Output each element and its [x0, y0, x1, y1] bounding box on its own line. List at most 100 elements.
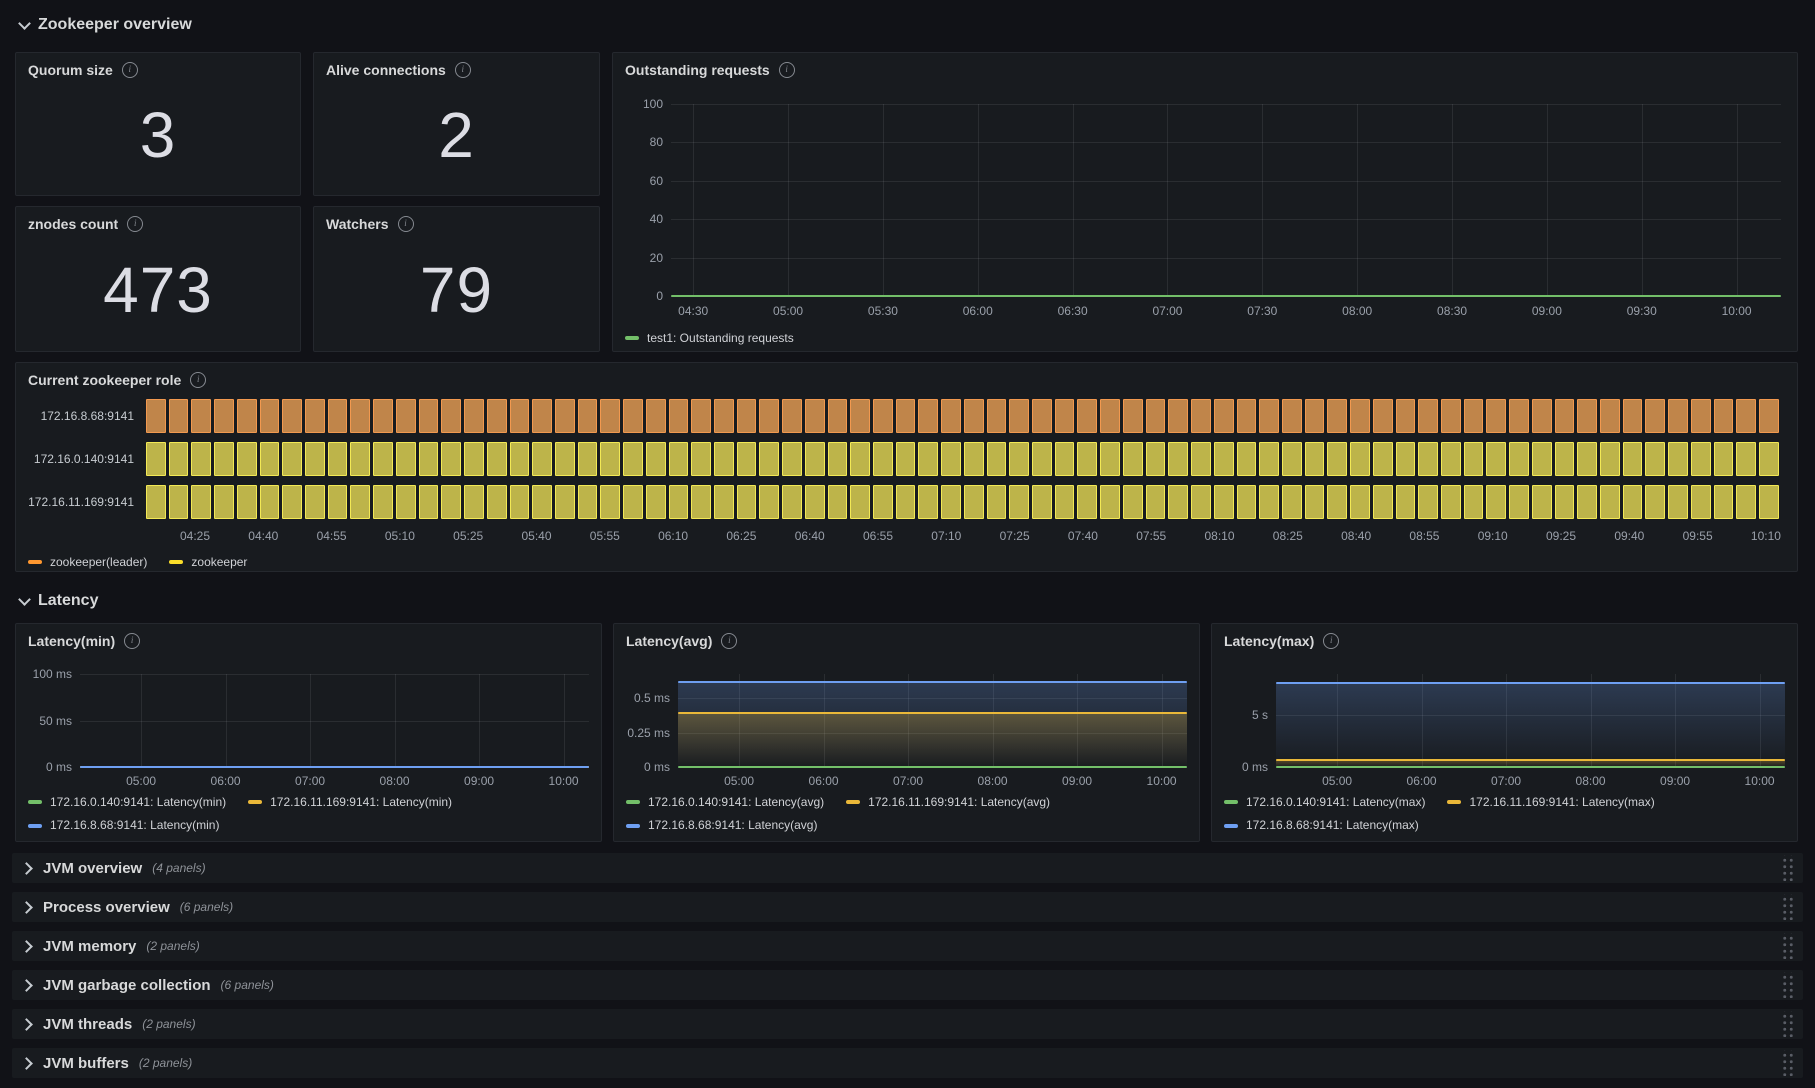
panel-title[interactable]: znodes count [28, 216, 118, 232]
drag-handle[interactable] [1780, 933, 1793, 959]
state-block [782, 442, 802, 476]
x-axis-label: 07:30 [1247, 304, 1278, 318]
grid-line-x [1452, 104, 1454, 296]
info-icon[interactable]: i [778, 62, 795, 78]
section-zookeeper-overview[interactable]: Zookeeper overview [18, 16, 192, 34]
x-axis-label: 09:00 [1660, 774, 1691, 788]
state-block [146, 485, 166, 519]
x-axis-label: 07:00 [893, 774, 924, 788]
grid-line-x [479, 674, 481, 767]
state-block [1213, 485, 1234, 519]
state-block [668, 442, 689, 476]
info-icon[interactable]: i [190, 372, 207, 388]
panel-title[interactable]: Current zookeeper role [28, 372, 181, 388]
panel-title[interactable]: Alive connections [326, 62, 446, 78]
row-process-overview[interactable]: Process overview (6 panels) [12, 892, 1803, 922]
panel-title[interactable]: Quorum size [28, 62, 113, 78]
x-axis-label: 06:00 [1406, 774, 1437, 788]
state-block [464, 485, 484, 519]
drag-handle[interactable] [1780, 855, 1793, 881]
legend-swatch [625, 336, 639, 340]
state-block [1372, 442, 1393, 476]
section-title: Latency [38, 592, 99, 609]
x-axis-label: 06:00 [808, 774, 839, 788]
info-icon[interactable]: i [127, 216, 144, 232]
state-block [1259, 442, 1279, 476]
state-block [282, 399, 303, 433]
state-block [713, 442, 734, 476]
legend-label: 172.16.0.140:9141: Latency(min) [50, 794, 227, 809]
state-block [1168, 485, 1189, 519]
y-axis-label: 0.5 ms [633, 691, 670, 706]
row-jvm-memory[interactable]: JVM memory (2 panels) [12, 931, 1803, 961]
legend-item[interactable]: 172.16.8.68:9141: Latency(max) [1224, 815, 1419, 836]
drag-handle[interactable] [1780, 894, 1793, 920]
section-latency[interactable]: Latency [18, 592, 99, 610]
info-icon[interactable]: i [124, 633, 141, 649]
row-jvm-buffers[interactable]: JVM buffers (2 panels) [12, 1048, 1803, 1078]
row-title: JVM overview [43, 859, 143, 877]
state-block [305, 485, 325, 519]
info-icon[interactable]: i [121, 62, 138, 78]
state-block [1736, 399, 1757, 433]
legend-item[interactable]: test1: Outstanding requests [625, 328, 794, 349]
legend-swatch [626, 800, 640, 804]
info-icon[interactable]: i [1323, 633, 1340, 649]
legend-swatch [28, 823, 42, 828]
panel-title[interactable]: Watchers [326, 216, 389, 232]
y-axis-label: 50 ms [39, 713, 72, 728]
legend-item[interactable]: 172.16.0.140:9141: Latency(avg) [626, 792, 824, 813]
row-title: JVM memory [43, 937, 137, 955]
legend-swatch [1224, 800, 1238, 804]
info-icon[interactable]: i [454, 62, 471, 78]
state-block [1668, 399, 1688, 433]
panel-latency-avg: Latency(avg) i 0.5 ms 0.25 ms 0 ms 05:00 06… [613, 623, 1200, 842]
legend-item[interactable]: 172.16.11.169:9141: Latency(max) [1447, 792, 1655, 813]
panel-title[interactable]: Latency(max) [1224, 633, 1314, 649]
state-block [804, 485, 825, 519]
state-block [418, 485, 439, 519]
state-block [191, 399, 212, 433]
state-block [214, 442, 234, 476]
legend-item[interactable]: 172.16.8.68:9141: Latency(avg) [626, 815, 817, 836]
info-icon[interactable]: i [721, 633, 738, 649]
row-jvm-garbage-collection[interactable]: JVM garbage collection (6 panels) [12, 970, 1803, 1000]
state-block [1281, 485, 1302, 519]
chevron-right-icon [20, 900, 33, 914]
x-axis-label: 10:00 [1744, 774, 1775, 788]
row-jvm-overview[interactable]: JVM overview (4 panels) [12, 853, 1803, 883]
legend-item[interactable]: zookeeper(leader) [28, 552, 147, 573]
drag-handle[interactable] [1780, 972, 1793, 998]
state-block [1713, 485, 1734, 519]
drag-handle[interactable] [1780, 1011, 1793, 1037]
state-block [1100, 399, 1120, 433]
state-block [1077, 442, 1098, 476]
grid-line-x [788, 104, 790, 296]
state-block [1009, 442, 1030, 476]
legend-item[interactable]: 172.16.0.140:9141: Latency(max) [1224, 792, 1425, 813]
legend-item[interactable]: 172.16.0.140:9141: Latency(min) [28, 792, 226, 813]
info-icon[interactable]: i [397, 216, 414, 232]
x-axis-label: 09:40 [1614, 529, 1645, 543]
state-block [1054, 399, 1075, 433]
legend-item[interactable]: 172.16.11.169:9141: Latency(avg) [846, 792, 1050, 813]
state-block [1736, 485, 1757, 519]
state-block [1100, 485, 1120, 519]
legend-item[interactable]: zookeeper [169, 552, 247, 573]
grid-line-y [671, 104, 1781, 105]
state-block [1554, 485, 1575, 519]
drag-handle[interactable] [1780, 1050, 1793, 1076]
legend-item[interactable]: 172.16.11.169:9141: Latency(min) [248, 792, 452, 813]
panel-title[interactable]: Outstanding requests [625, 62, 770, 78]
panel-title[interactable]: Latency(min) [28, 633, 115, 649]
row-jvm-threads[interactable]: JVM threads (2 panels) [12, 1009, 1803, 1039]
series-line [1276, 681, 1785, 684]
x-axis-label: 09:00 [464, 774, 495, 788]
state-block [1440, 485, 1461, 519]
state-block [554, 399, 575, 433]
stat-value: 79 [419, 254, 494, 326]
legend-item[interactable]: 172.16.8.68:9141: Latency(min) [28, 815, 219, 836]
state-block [1236, 485, 1257, 519]
state-block [1690, 399, 1711, 433]
panel-title[interactable]: Latency(avg) [626, 633, 712, 649]
